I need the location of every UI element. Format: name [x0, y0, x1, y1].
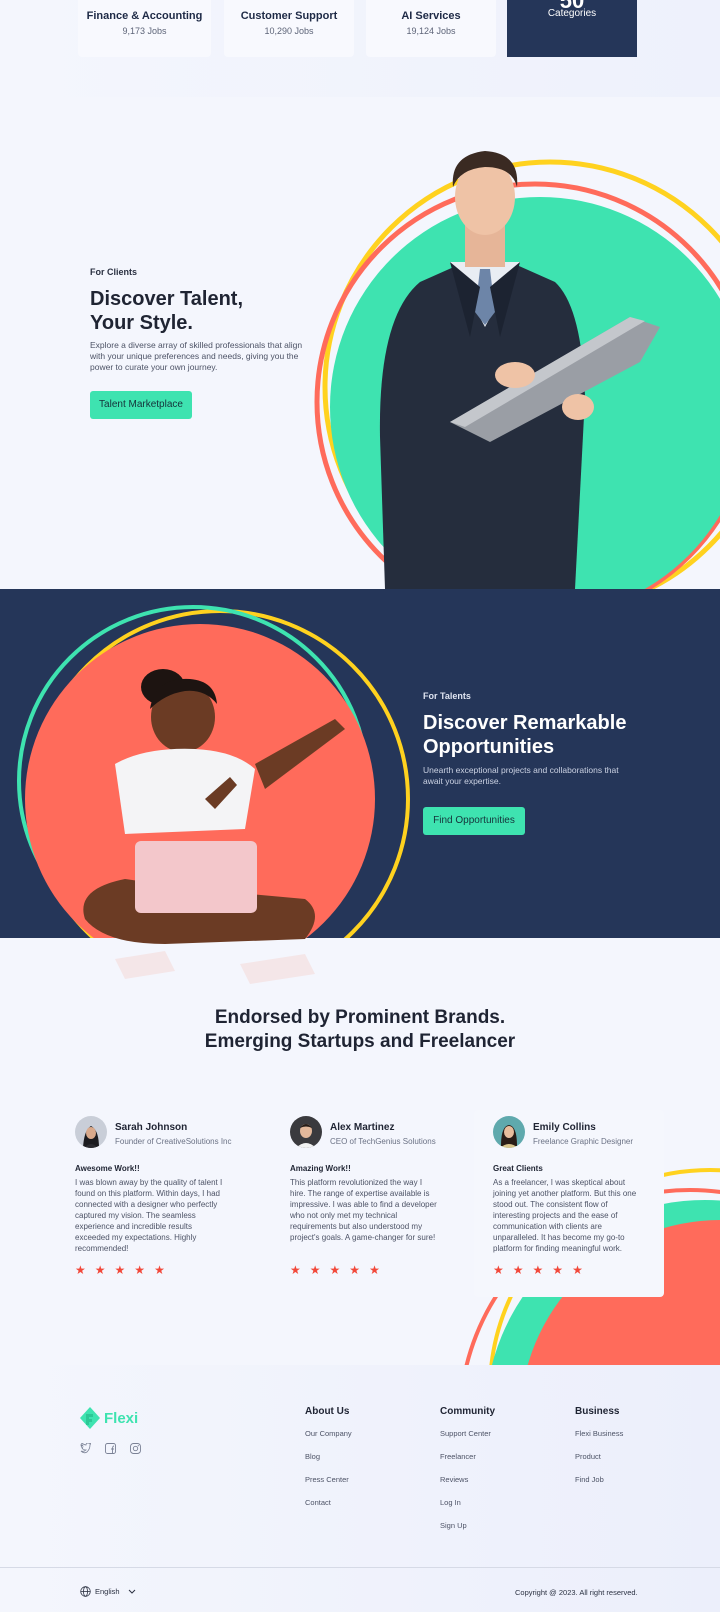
star-icon: ★ [134, 1263, 146, 1277]
category-name: Finance & Accounting [86, 10, 203, 22]
instagram-icon[interactable] [130, 1441, 141, 1454]
star-icon: ★ [493, 1263, 504, 1277]
clients-title-line1: Discover Talent, [90, 288, 244, 310]
endorsed-line2: Emerging Startups and Freelancer [204, 1031, 516, 1052]
star-icon: ★ [532, 1263, 544, 1277]
review-card: Emily Collins Freelance Graphic Designer… [493, 1110, 693, 1310]
footer-column-community: Community Support Center Freelancer Revi… [440, 1406, 495, 1544]
clients-description: Explore a diverse array of skilled profe… [90, 340, 303, 372]
review-headline: Great Clients [493, 1164, 543, 1173]
review-card: Sarah Johnson Founder of CreativeSolutio… [75, 1110, 275, 1310]
footer-link[interactable]: Flexi Business [575, 1429, 623, 1438]
review-text: As a freelancer, I was skeptical about j… [493, 1178, 637, 1253]
star-icon: ★ [369, 1263, 380, 1277]
category-jobs: 10,290 Jobs [264, 26, 314, 36]
star-icon: ★ [75, 1263, 86, 1277]
clients-eyebrow: For Clients [90, 267, 138, 277]
footer-link[interactable]: Product [575, 1452, 623, 1461]
footer-link[interactable]: Our Company [305, 1429, 352, 1438]
star-icon: ★ [94, 1263, 106, 1277]
category-card-support[interactable]: Customer Support 10,290 Jobs [224, 0, 354, 57]
copyright-text: Copyright @ 2023. All right reserved. [515, 1588, 638, 1597]
talents-eyebrow: For Talents [423, 691, 471, 701]
footer-link[interactable]: Find Job [575, 1475, 623, 1484]
footer-column-about: About Us Our Company Blog Press Center C… [305, 1406, 352, 1521]
brand-name: Flexi [104, 1409, 139, 1427]
rating-stars: ★ ★ ★ ★ ★ [493, 1264, 583, 1276]
footer-column-title: About Us [305, 1406, 350, 1417]
clients-section: For Clients Discover Talent, Your Style.… [0, 97, 720, 589]
star-icon: ★ [572, 1263, 583, 1277]
category-jobs: 9,173 Jobs [122, 26, 167, 36]
reviewer-role: Founder of CreativeSolutions Inc [115, 1137, 232, 1146]
endorsed-heading: Endorsed by Prominent Brands. Emerging S… [0, 1006, 720, 1054]
reviewer-name: Sarah Johnson [115, 1122, 188, 1133]
categories-label: Categories [547, 8, 597, 19]
reviewer-name: Emily Collins [533, 1122, 596, 1133]
reviewer-name: Alex Martinez [330, 1122, 395, 1133]
language-selector[interactable]: English [80, 1586, 136, 1597]
footer-link[interactable]: Contact [305, 1498, 352, 1507]
talents-hero-illustration [17, 605, 410, 984]
globe-icon [80, 1586, 91, 1597]
footer-link[interactable]: Blog [305, 1452, 352, 1461]
footer-divider [0, 1567, 720, 1568]
review-text: I was blown away by the quality of talen… [75, 1178, 223, 1253]
categories-count: 50 [559, 0, 585, 13]
star-icon: ★ [154, 1263, 165, 1277]
footer: Flexi About Us Our Company Blog Press Ce… [0, 1365, 720, 1612]
avatar [290, 1116, 322, 1148]
talents-section: For Talents Discover Remarkable Opportun… [0, 589, 720, 984]
footer-column-business: Business Flexi Business Product Find Job [575, 1406, 623, 1498]
review-headline: Awesome Work!! [75, 1164, 140, 1173]
category-card-ai[interactable]: AI Services 19,124 Jobs [366, 0, 496, 57]
footer-column-title: Business [575, 1406, 620, 1417]
star-icon: ★ [329, 1263, 341, 1277]
reviewer-role: Freelance Graphic Designer [533, 1137, 634, 1146]
footer-link[interactable]: Freelancer [440, 1452, 495, 1461]
star-icon: ★ [349, 1263, 361, 1277]
language-label: English [95, 1587, 120, 1596]
talents-title-line2: Opportunities [423, 736, 555, 758]
footer-link[interactable]: Press Center [305, 1475, 352, 1484]
category-name: Customer Support [240, 10, 338, 22]
clients-hero-illustration [314, 151, 720, 589]
star-icon: ★ [309, 1263, 321, 1277]
reviewer-role: CEO of TechGenius Solutions [330, 1137, 436, 1146]
footer-link[interactable]: Sign Up [440, 1521, 495, 1530]
footer-link[interactable]: Log In [440, 1498, 495, 1507]
review-headline: Amazing Work!! [290, 1164, 351, 1173]
footer-link[interactable]: Reviews [440, 1475, 495, 1484]
avatar [493, 1116, 525, 1148]
star-icon: ★ [114, 1263, 126, 1277]
all-categories-card[interactable]: 50 Categories [507, 0, 637, 57]
review-card: Alex Martinez CEO of TechGenius Solution… [290, 1110, 490, 1310]
star-icon: ★ [290, 1263, 301, 1277]
clients-title: Discover Talent, Your Style. [90, 287, 243, 335]
star-icon: ★ [552, 1263, 564, 1277]
flexi-logo-icon [80, 1407, 100, 1429]
category-jobs: 19,124 Jobs [406, 26, 456, 36]
avatar [75, 1116, 107, 1148]
category-name: AI Services [401, 10, 461, 22]
brand-logo[interactable]: Flexi [80, 1407, 138, 1429]
endorsed-line1: Endorsed by Prominent Brands. [214, 1007, 506, 1028]
rating-stars: ★ ★ ★ ★ ★ [290, 1264, 380, 1276]
chevron-down-icon [128, 1589, 135, 1594]
talents-description: Unearth exceptional projects and collabo… [423, 765, 619, 786]
footer-column-title: Community [440, 1406, 495, 1417]
find-opportunities-button[interactable]: Find Opportunities [423, 807, 525, 835]
talents-title-line1: Discover Remarkable [423, 712, 627, 734]
footer-link[interactable]: Support Center [440, 1429, 495, 1438]
facebook-icon[interactable] [105, 1441, 116, 1454]
clients-title-line2: Your Style. [90, 312, 193, 334]
talent-marketplace-button[interactable]: Talent Marketplace [90, 391, 192, 419]
social-links [80, 1441, 141, 1454]
talents-title: Discover Remarkable Opportunities [423, 711, 626, 759]
twitter-icon[interactable] [80, 1441, 92, 1454]
review-text: This platform revolutionized the way I h… [290, 1178, 437, 1242]
category-card-finance[interactable]: Finance & Accounting 9,173 Jobs [78, 0, 211, 57]
rating-stars: ★ ★ ★ ★ ★ [75, 1264, 165, 1276]
star-icon: ★ [512, 1263, 524, 1277]
